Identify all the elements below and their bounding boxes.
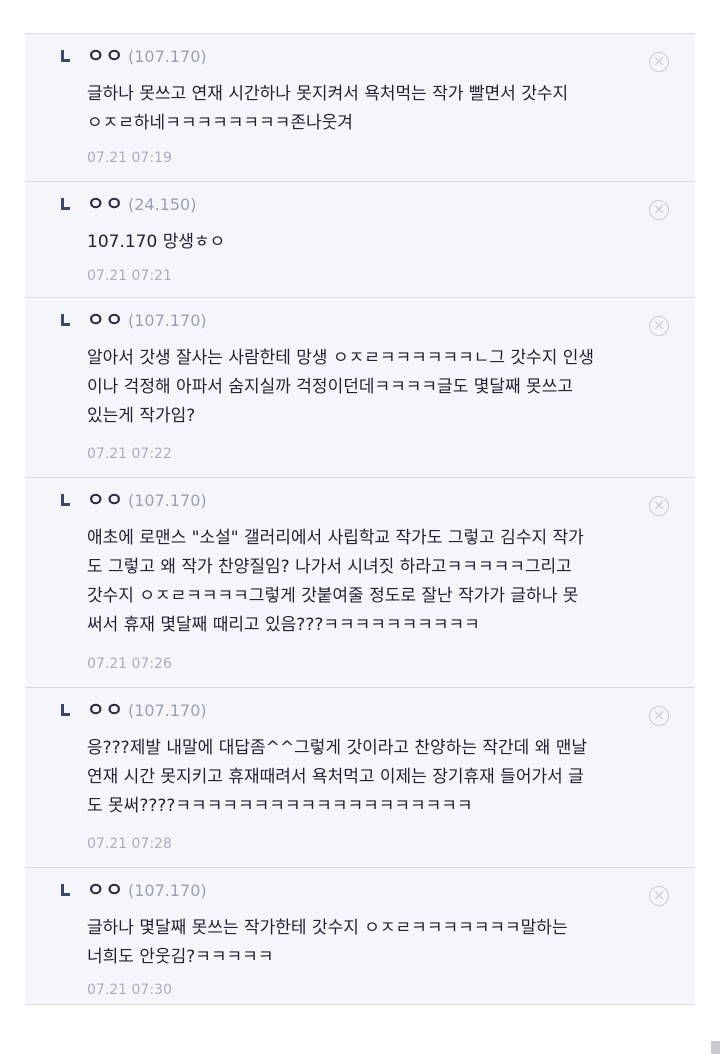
close-circle-icon[interactable]: × — [649, 52, 669, 72]
comment-text-line: 애초에 로맨스 "소설" 갤러리에서 사립학교 작가도 그렇고 김수지 작가 — [87, 528, 584, 548]
close-circle-icon[interactable]: × — [649, 316, 669, 336]
close-circle-icon[interactable]: × — [649, 706, 669, 726]
comment-text-line: 응???제발 내말에 대답좀^^그렇게 갓이라고 찬양하는 작간데 왜 맨날 — [87, 738, 588, 758]
comment-author[interactable]: ㅇㅇ (24.150) — [87, 192, 196, 217]
comment-text-line: 있는게 작가임? — [87, 406, 196, 426]
comment-timestamp: 07.21 07:19 — [87, 150, 172, 166]
comment-text-line: 107.170 망생ㅎㅇ — [87, 232, 226, 252]
reply-arrow-icon — [61, 198, 70, 210]
comment-text: 글하나 몇달째 못쓰는 작가한테 갓수지 ㅇㅈㄹㅋㅋㅋㅋㅋㅋㅋ말하는너희도 안웃… — [87, 914, 679, 972]
comment-text: 107.170 망생ㅎㅇ — [87, 228, 679, 257]
author-ip: (107.170) — [127, 311, 207, 330]
comment-text: 알아서 갓생 잘사는 사람한테 망생 ㅇㅈㄹㅋㅋㅋㅋㅋㅋㄴ그 갓수지 인생이나 … — [87, 344, 679, 431]
author-ip: (107.170) — [127, 47, 207, 66]
comment-item: ㅇㅇ (107.170) × 알아서 갓생 잘사는 사람한테 망생 ㅇㅈㄹㅋㅋㅋㅋ… — [25, 298, 695, 478]
comment-text-line: ㅇㅈㄹ하네ㅋㅋㅋㅋㅋㅋㅋㅋ존나웃겨 — [87, 113, 353, 133]
scrollbar-thumb[interactable] — [711, 1041, 720, 1054]
comment-author[interactable]: ㅇㅇ (107.170) — [87, 44, 207, 69]
author-nickname[interactable]: ㅇㅇ — [87, 309, 124, 331]
reply-arrow-icon — [61, 884, 70, 896]
comment-text-line: 알아서 갓생 잘사는 사람한테 망생 ㅇㅈㄹㅋㅋㅋㅋㅋㅋㄴ그 갓수지 인생 — [87, 348, 595, 368]
author-nickname[interactable]: ㅇㅇ — [87, 489, 124, 511]
comment-text-line: 도 그렇고 왜 작가 찬양질임? 나가서 시녀짓 하라고ㅋㅋㅋㅋㅋ그리고 — [87, 557, 572, 577]
reply-arrow-icon — [61, 704, 70, 716]
author-ip: (107.170) — [127, 881, 207, 900]
comment-text: 글하나 못쓰고 연재 시간하나 못지켜서 욕처먹는 작가 빨면서 갓수지 ㅇㅈㄹ하… — [87, 80, 679, 138]
author-nickname[interactable]: ㅇㅇ — [87, 45, 124, 67]
comment-item: ㅇㅇ (107.170) × 응???제발 내말에 대답좀^^그렇게 갓이라고 찬… — [25, 688, 695, 868]
comment-timestamp: 07.21 07:26 — [87, 656, 172, 672]
reply-arrow-icon — [61, 494, 70, 506]
comment-item: ㅇㅇ (107.170) × 글하나 몇달째 못쓰는 작가한테 갓수지 ㅇㅈㄹㅋㅋ… — [25, 868, 695, 1004]
author-ip: (107.170) — [127, 491, 207, 510]
close-circle-icon[interactable]: × — [649, 496, 669, 516]
comment-author[interactable]: ㅇㅇ (107.170) — [87, 308, 207, 333]
comment-text-line: 글하나 몇달째 못쓰는 작가한테 갓수지 ㅇㅈㄹㅋㅋㅋㅋㅋㅋㅋ말하는 — [87, 918, 568, 938]
comment-text-line: 글하나 못쓰고 연재 시간하나 못지켜서 욕처먹는 작가 빨면서 갓수지 — [87, 84, 569, 104]
author-ip: (107.170) — [127, 701, 207, 720]
author-nickname[interactable]: ㅇㅇ — [87, 699, 124, 721]
comment-author[interactable]: ㅇㅇ (107.170) — [87, 878, 207, 903]
reply-arrow-icon — [61, 50, 70, 62]
comment-text-line: 도 못써????ㅋㅋㅋㅋㅋㅋㅋㅋㅋㅋㅋㅋㅋㅋㅋㅋㅋㅋㅋ — [87, 796, 473, 816]
comment-text-line: 이나 걱정해 아파서 숨지실까 걱정이던데ㅋㅋㅋㅋ글도 몇달째 못쓰고 — [87, 377, 573, 397]
comment-timestamp: 07.21 07:22 — [87, 446, 172, 462]
comment-item: ㅇㅇ (24.150) × 107.170 망생ㅎㅇ 07.21 07:21 — [25, 182, 695, 298]
close-circle-icon[interactable]: × — [649, 886, 669, 906]
author-ip: (24.150) — [127, 195, 197, 214]
comment-author[interactable]: ㅇㅇ (107.170) — [87, 488, 207, 513]
comment-item: ㅇㅇ (107.170) × 글하나 못쓰고 연재 시간하나 못지켜서 욕처먹는 … — [25, 34, 695, 182]
comment-text-line: 갓수지 ㅇㅈㄹㅋㅋㅋㅋ그렇게 갓붙여줄 정도로 잘난 작가가 글하나 못 — [87, 586, 579, 606]
comment-author[interactable]: ㅇㅇ (107.170) — [87, 698, 207, 723]
comment-item: ㅇㅇ (107.170) × 애초에 로맨스 "소설" 갤러리에서 사립학교 작가… — [25, 478, 695, 688]
comment-text: 애초에 로맨스 "소설" 갤러리에서 사립학교 작가도 그렇고 김수지 작가도 … — [87, 524, 679, 640]
comment-text: 응???제발 내말에 대답좀^^그렇게 갓이라고 찬양하는 작간데 왜 맨날연재… — [87, 734, 679, 821]
comment-text-line: 써서 휴재 몇달째 때리고 있음???ㅋㅋㅋㅋㅋㅋㅋㅋㅋㅋ — [87, 615, 480, 635]
author-nickname[interactable]: ㅇㅇ — [87, 193, 124, 215]
comment-timestamp: 07.21 07:30 — [87, 982, 172, 998]
comment-timestamp: 07.21 07:28 — [87, 836, 172, 852]
comment-text-line: 너희도 안웃김?ㅋㅋㅋㅋㅋ — [87, 947, 274, 967]
comment-text-line: 연재 시간 못지키고 휴재때려서 욕처먹고 이제는 장기휴재 들어가서 글 — [87, 767, 584, 787]
reply-arrow-icon — [61, 314, 70, 326]
close-circle-icon[interactable]: × — [649, 200, 669, 220]
comment-list: ㅇㅇ (107.170) × 글하나 못쓰고 연재 시간하나 못지켜서 욕처먹는 … — [25, 33, 695, 1005]
author-nickname[interactable]: ㅇㅇ — [87, 879, 124, 901]
comment-timestamp: 07.21 07:21 — [87, 268, 172, 284]
